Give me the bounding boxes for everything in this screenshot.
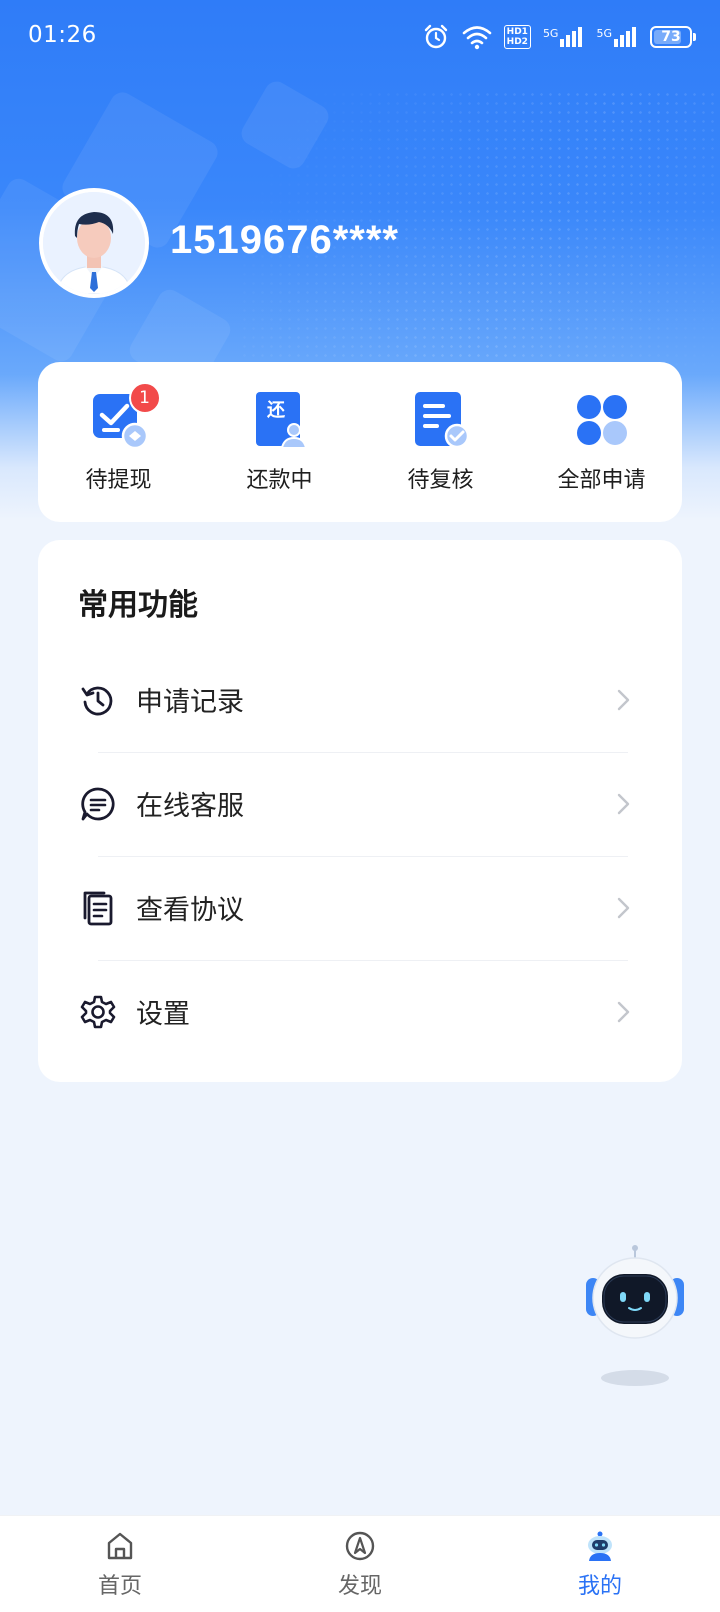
robot-icon [586, 1245, 684, 1386]
menu-item-view-agreement[interactable]: 查看协议 [38, 856, 682, 960]
compass-icon [345, 1531, 375, 1561]
document-icon [83, 891, 113, 926]
nav-mine[interactable]: 我的 [480, 1516, 720, 1612]
chevron-right-icon [617, 793, 630, 815]
user-phone: 1519676**** [170, 218, 399, 262]
gear-icon [80, 995, 116, 1029]
signal-2: 5G [596, 27, 638, 47]
common-functions-card: 常用功能 申请记录 在线客服 查看协议 设置 [38, 540, 682, 1082]
menu-item-label: 查看协议 [136, 895, 244, 926]
quick-actions-card: 1 待提现 还 还款中 待复核 全部申请 [38, 362, 682, 522]
menu-item-settings[interactable]: 设置 [38, 960, 682, 1064]
pending-withdraw-icon: 1 [89, 382, 161, 450]
assistant-robot-button[interactable] [580, 1244, 690, 1394]
nav-label: 首页 [97, 1574, 142, 1599]
wifi-icon [462, 26, 491, 50]
menu-item-label: 申请记录 [136, 687, 244, 718]
section-title: 常用功能 [78, 588, 198, 623]
quick-action-label: 待复核 [407, 468, 474, 493]
nav-home[interactable]: 首页 [0, 1516, 240, 1612]
profile-robot-icon [588, 1531, 612, 1561]
repaying-icon: 还 [250, 390, 310, 450]
pending-review-icon [411, 390, 471, 450]
chevron-right-icon [617, 689, 630, 711]
hd1-label: HD1 [506, 27, 528, 37]
signal-1: 5G [543, 27, 585, 47]
notification-badge: 1 [128, 382, 161, 414]
status-bar: 01:26 HD1 HD2 5G 5G 73 [0, 0, 720, 74]
all-applications-icon [572, 390, 632, 450]
hd-badge: HD1 HD2 [503, 25, 531, 49]
nav-discover[interactable]: 发现 [240, 1516, 480, 1612]
quick-action-pending-review[interactable]: 待复核 [360, 362, 521, 522]
alarm-icon [424, 24, 447, 49]
quick-action-label: 全部申请 [557, 468, 646, 493]
quick-action-label: 还款中 [246, 468, 313, 493]
quick-action-repaying[interactable]: 还 还款中 [199, 362, 360, 522]
signal-bars-icon [614, 27, 636, 47]
battery-level: 73 [661, 29, 681, 45]
status-time: 01:26 [28, 22, 97, 48]
nav-label: 发现 [337, 1574, 382, 1599]
nav-label: 我的 [577, 1574, 622, 1599]
avatar-person-icon [43, 192, 145, 294]
network-label-2: 5G [596, 27, 612, 40]
chevron-right-icon [617, 897, 630, 919]
menu-item-application-records[interactable]: 申请记录 [38, 648, 682, 752]
status-icons: HD1 HD2 5G 5G 73 [422, 22, 696, 52]
menu-item-online-service[interactable]: 在线客服 [38, 752, 682, 856]
chat-icon [81, 787, 115, 821]
avatar[interactable] [39, 188, 149, 298]
quick-action-label: 待提现 [85, 468, 152, 493]
signal-bars-icon [560, 27, 583, 47]
home-icon [107, 1532, 133, 1560]
svg-text:还: 还 [266, 400, 286, 421]
quick-action-all-applications[interactable]: 全部申请 [521, 362, 682, 522]
network-label-1: 5G [542, 27, 559, 40]
history-icon [81, 686, 113, 716]
menu-item-label: 设置 [136, 999, 190, 1030]
hd2-label: HD2 [506, 37, 528, 47]
quick-action-pending-withdraw[interactable]: 1 待提现 [38, 362, 199, 522]
battery-icon: 73 [650, 26, 696, 48]
bottom-nav: 首页 发现 我的 [0, 1515, 720, 1612]
chevron-right-icon [617, 1001, 630, 1023]
menu-item-label: 在线客服 [136, 791, 244, 822]
